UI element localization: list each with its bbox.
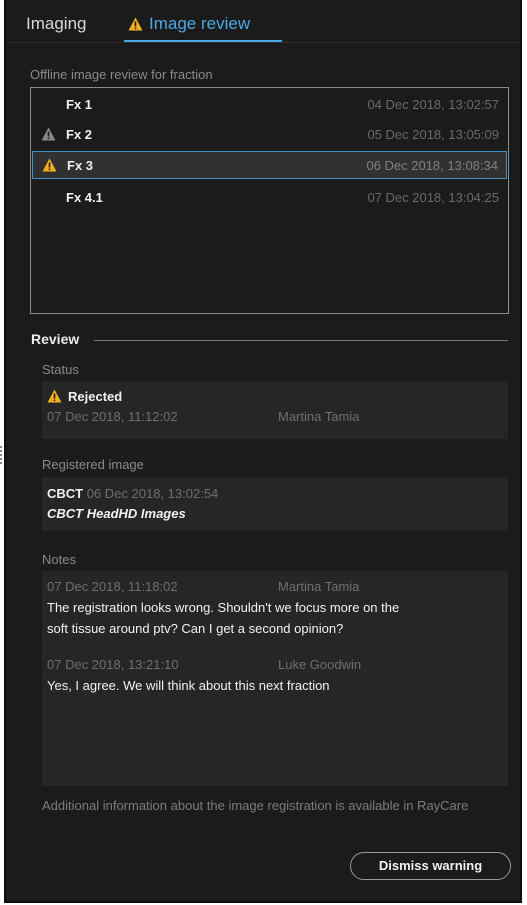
fraction-list-label: Offline image review for fraction [30,67,213,82]
registered-image-series: CBCT HeadHD Images [47,506,186,521]
warning-icon [47,389,62,403]
registered-image-label: Registered image [42,457,144,472]
fraction-date: 06 Dec 2018, 13:08:34 [366,158,498,173]
tab-image-review[interactable]: Image review [128,14,250,34]
registered-image-box: CBCT 06 Dec 2018, 13:02:54 CBCT HeadHD I… [42,477,508,531]
image-review-panel: Imaging Image review Offline image revie… [4,0,522,903]
registered-image-date: 06 Dec 2018, 13:02:54 [86,486,219,501]
warning-icon [41,127,56,144]
warning-icon [128,17,143,31]
registered-image-line: CBCT 06 Dec 2018, 13:02:54 [47,486,218,501]
status-date: 07 Dec 2018, 11:12:02 [47,409,178,424]
fraction-date: 07 Dec 2018, 13:04:25 [367,190,499,205]
note-text: The registration looks wrong. Shouldn't … [47,600,400,615]
notes-box: 07 Dec 2018, 11:18:02 Martina Tamia The … [42,571,508,786]
registration-info-text: Additional information about the image r… [42,798,469,813]
status-value-line: Rejected [47,389,122,404]
warning-icon [42,158,57,175]
fraction-date: 04 Dec 2018, 13:02:57 [367,97,499,112]
fraction-name: Fx 2 [66,127,93,142]
resize-handle[interactable] [0,446,2,464]
note-user: Luke Goodwin [278,657,362,672]
note-user: Martina Tamia [278,579,360,594]
fraction-row-fx4-1[interactable]: Fx 4.1 07 Dec 2018, 13:04:25 [32,185,507,209]
review-heading: Review [31,331,80,347]
fraction-row-fx3[interactable]: Fx 3 06 Dec 2018, 13:08:34 [32,151,507,179]
note-date: 07 Dec 2018, 13:21:10 [47,657,179,672]
fraction-row-fx2[interactable]: Fx 2 05 Dec 2018, 13:05:09 [32,122,507,146]
dismiss-warning-button[interactable]: Dismiss warning [350,852,511,880]
status-value: Rejected [68,389,123,404]
note-text: Yes, I agree. We will think about this n… [47,678,330,693]
status-label: Status [42,362,79,377]
status-user: Martina Tamia [278,409,360,424]
tab-imaging[interactable]: Imaging [26,14,86,34]
fraction-list[interactable]: Fx 1 04 Dec 2018, 13:02:57 Fx 2 05 Dec 2… [30,87,509,314]
fraction-name: Fx 1 [66,97,93,112]
tab-divider [6,42,520,43]
tab-image-review-label: Image review [149,14,251,33]
status-box: Rejected 07 Dec 2018, 11:12:02 Martina T… [42,381,508,439]
note-date: 07 Dec 2018, 11:18:02 [47,579,178,594]
fraction-name: Fx 3 [67,158,94,173]
fraction-date: 05 Dec 2018, 13:05:09 [367,127,499,142]
registered-image-modality: CBCT [47,486,84,501]
fraction-row-fx1[interactable]: Fx 1 04 Dec 2018, 13:02:57 [32,92,507,116]
tab-bar: Imaging Image review [6,0,520,44]
review-divider [94,340,508,341]
fraction-name: Fx 4.1 [66,190,103,205]
note-text: soft tissue around ptv? Can I get a seco… [47,621,344,636]
notes-label: Notes [42,552,76,567]
